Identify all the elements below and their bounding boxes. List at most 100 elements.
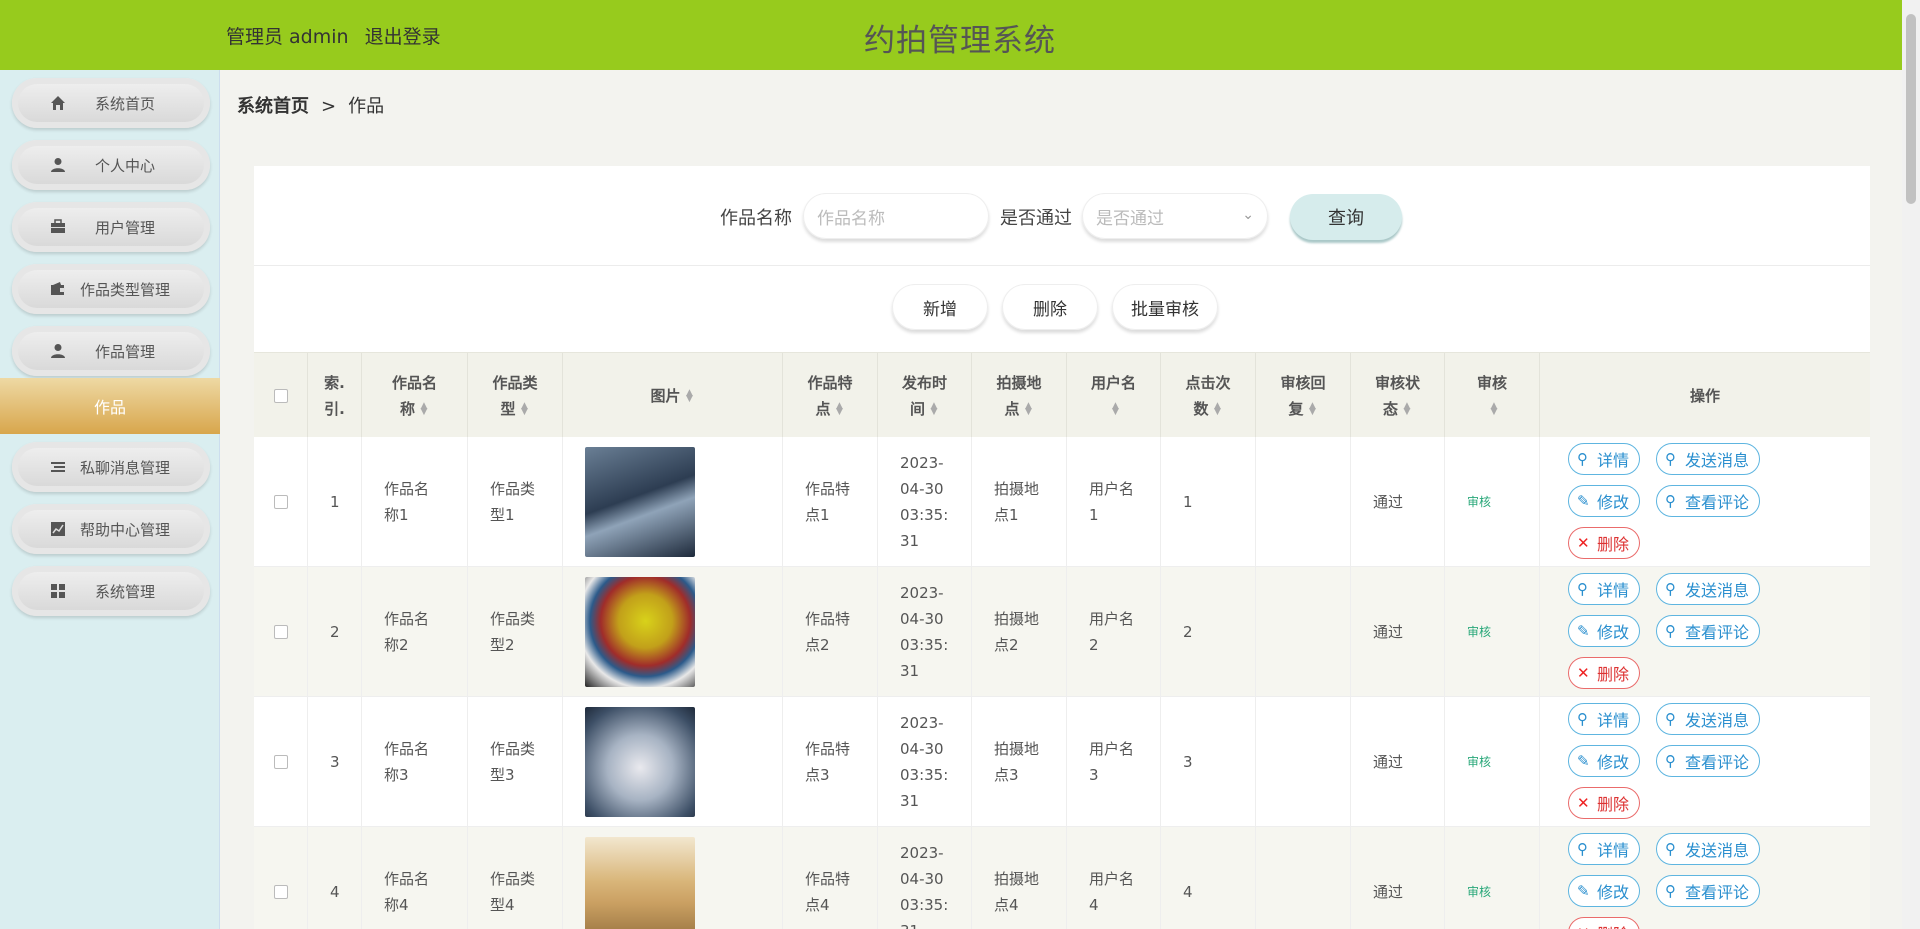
row-select-cell[interactable] — [254, 827, 308, 929]
briefcase-icon — [48, 217, 68, 237]
breadcrumb-separator: > — [321, 96, 337, 117]
delete-button[interactable]: 删除 — [1002, 284, 1098, 330]
row-delete-button[interactable]: ✕删除 — [1568, 527, 1641, 559]
audit-link[interactable]: 审核 — [1467, 489, 1491, 515]
sidebar-item-label: 用户管理 — [94, 218, 155, 237]
sidebar-subitem-works[interactable]: 作品 — [0, 378, 220, 434]
detail-button[interactable]: ⚲ 详情 — [1568, 443, 1641, 475]
search-icon: ⚲ — [1665, 752, 1676, 770]
row-checkbox[interactable] — [273, 625, 288, 639]
work-name-input[interactable]: 作品名称 — [803, 193, 989, 239]
table-row: 3 作品名 称3 作品类 型3 作品特 点3 2023- 04-30 03:35: 31 拍摄地 点3 用… — [254, 697, 1870, 827]
cell-image — [563, 827, 783, 929]
header-status[interactable]: 审核状态 ▲ ▼ — [1351, 353, 1445, 438]
sidebar-item-personal[interactable]: 个人中心 — [12, 140, 210, 190]
view-comments-button[interactable]: ⚲ 查看评论 — [1656, 745, 1761, 777]
sort-icon: ▲ ▼ — [1112, 401, 1119, 417]
batch-audit-button[interactable]: 批量审核 — [1112, 284, 1218, 330]
sort-icon: ▲ ▼ — [686, 387, 693, 404]
sidebar-item-label: 帮助中心管理 — [79, 520, 170, 539]
header-time[interactable]: 发布时间 ▲ ▼ — [878, 353, 972, 438]
action-bar: 新增 删除 批量审核 — [254, 266, 1870, 352]
row-checkbox[interactable] — [273, 885, 288, 899]
edit-button[interactable]: ✎ 修改 — [1568, 485, 1641, 517]
row-delete-button[interactable]: ✕删除 — [1568, 917, 1641, 929]
audit-link[interactable]: 审核 — [1467, 619, 1491, 645]
chart-icon — [48, 519, 68, 539]
cell-location: 拍摄地 点4 — [972, 827, 1067, 929]
pencil-icon: ✎ — [1577, 882, 1590, 900]
search-icon: ⚲ — [1665, 450, 1676, 468]
add-button[interactable]: 新增 — [892, 284, 988, 330]
header-select-all[interactable] — [254, 353, 308, 438]
view-comments-button[interactable]: ⚲ 查看评论 — [1656, 615, 1761, 647]
pass-select[interactable]: 是否通过 ⌄ — [1082, 193, 1268, 239]
row-select-cell[interactable] — [254, 697, 308, 827]
edit-button[interactable]: ✎ 修改 — [1568, 745, 1641, 777]
cell-name: 作品名 称3 — [362, 697, 468, 827]
row-delete-button[interactable]: ✕删除 — [1568, 787, 1641, 819]
page-scrollbar[interactable] — [1902, 0, 1920, 929]
detail-button[interactable]: ⚲ 详情 — [1568, 833, 1641, 865]
work-thumbnail[interactable] — [585, 837, 695, 929]
row-checkbox[interactable] — [273, 495, 288, 509]
header-ops: 操作 — [1689, 386, 1720, 405]
cell-index: 1 — [308, 437, 362, 567]
row-select-cell[interactable] — [254, 567, 308, 697]
scrollbar-thumb[interactable] — [1906, 14, 1916, 204]
send-message-button[interactable]: ⚲ 发送消息 — [1656, 833, 1761, 865]
edit-button[interactable]: ✎ 修改 — [1568, 875, 1641, 907]
send-message-button[interactable]: ⚲ 发送消息 — [1656, 573, 1761, 605]
send-message-button[interactable]: ⚲ 发送消息 — [1656, 443, 1761, 475]
sidebar-item-works[interactable]: 作品管理 — [12, 326, 210, 376]
header-reply[interactable]: 审核回复 ▲ ▼ — [1256, 353, 1351, 438]
detail-button[interactable]: ⚲ 详情 — [1568, 573, 1641, 605]
row-checkbox[interactable] — [273, 755, 288, 769]
cell-clicks: 1 — [1161, 437, 1256, 567]
select-all-checkbox[interactable] — [273, 388, 288, 403]
sort-icon: ▲ ▼ — [1403, 401, 1411, 417]
detail-button[interactable]: ⚲ 详情 — [1568, 703, 1641, 735]
work-thumbnail[interactable] — [585, 447, 695, 557]
sidebar-item-messages[interactable]: 私聊消息管理 — [12, 442, 210, 492]
header-image[interactable]: 图片 ▲ ▼ — [563, 353, 783, 438]
header-feature[interactable]: 作品特点 ▲ ▼ — [783, 353, 878, 438]
header-audit[interactable]: 审核 ▲ ▼ — [1445, 353, 1540, 438]
sidebar-item-label: 作品类型管理 — [79, 280, 170, 299]
header-index[interactable]: 索. 引. — [308, 353, 362, 438]
header-location[interactable]: 拍摄地点 ▲ ▼ — [972, 353, 1067, 438]
header-username[interactable]: 用户名 ▲ ▼ — [1067, 353, 1161, 438]
sidebar-item-home[interactable]: 系统首页 — [12, 78, 210, 128]
sidebar-item-work-types[interactable]: 作品类型管理 — [12, 264, 210, 314]
header-type[interactable]: 作品类型 ▲ ▼ — [468, 353, 563, 438]
audit-link[interactable]: 审核 — [1467, 879, 1491, 905]
query-button[interactable]: 查询 — [1290, 194, 1402, 240]
view-comments-button[interactable]: ⚲ 查看评论 — [1656, 485, 1761, 517]
sidebar-item-users[interactable]: 用户管理 — [12, 202, 210, 252]
audit-link[interactable]: 审核 — [1467, 749, 1491, 775]
sort-icon: ▲ ▼ — [1025, 401, 1032, 417]
work-thumbnail[interactable] — [585, 577, 695, 687]
sidebar-item-label: 系统首页 — [94, 94, 155, 113]
breadcrumb-home[interactable]: 系统首页 — [237, 96, 309, 117]
cell-type: 作品类 型4 — [468, 827, 563, 929]
chevron-down-icon: ⌄ — [1242, 207, 1254, 223]
cell-index: 3 — [308, 697, 362, 827]
cell-index: 2 — [308, 567, 362, 697]
cell-clicks: 3 — [1161, 697, 1256, 827]
work-thumbnail[interactable] — [585, 707, 695, 817]
row-select-cell[interactable] — [254, 437, 308, 567]
cell-reply — [1256, 827, 1351, 929]
sidebar-item-system[interactable]: 系统管理 — [12, 566, 210, 616]
header-clicks[interactable]: 点击次数 ▲ ▼ — [1161, 353, 1256, 438]
cell-time: 2023-04-3003:35:31 — [878, 697, 972, 827]
list-icon — [48, 457, 68, 477]
cell-feature: 作品特 点2 — [783, 567, 878, 697]
send-message-button[interactable]: ⚲ 发送消息 — [1656, 703, 1761, 735]
sidebar-item-help[interactable]: 帮助中心管理 — [12, 504, 210, 554]
view-comments-button[interactable]: ⚲ 查看评论 — [1656, 875, 1761, 907]
row-delete-button[interactable]: ✕删除 — [1568, 657, 1641, 689]
edit-button[interactable]: ✎ 修改 — [1568, 615, 1641, 647]
table-row: 2 作品名 称2 作品类 型2 作品特 点2 2023- 04-30 03:35: 31 拍摄地 点2 用… — [254, 567, 1870, 697]
header-name[interactable]: 作品名称 ▲ ▼ — [362, 353, 468, 438]
